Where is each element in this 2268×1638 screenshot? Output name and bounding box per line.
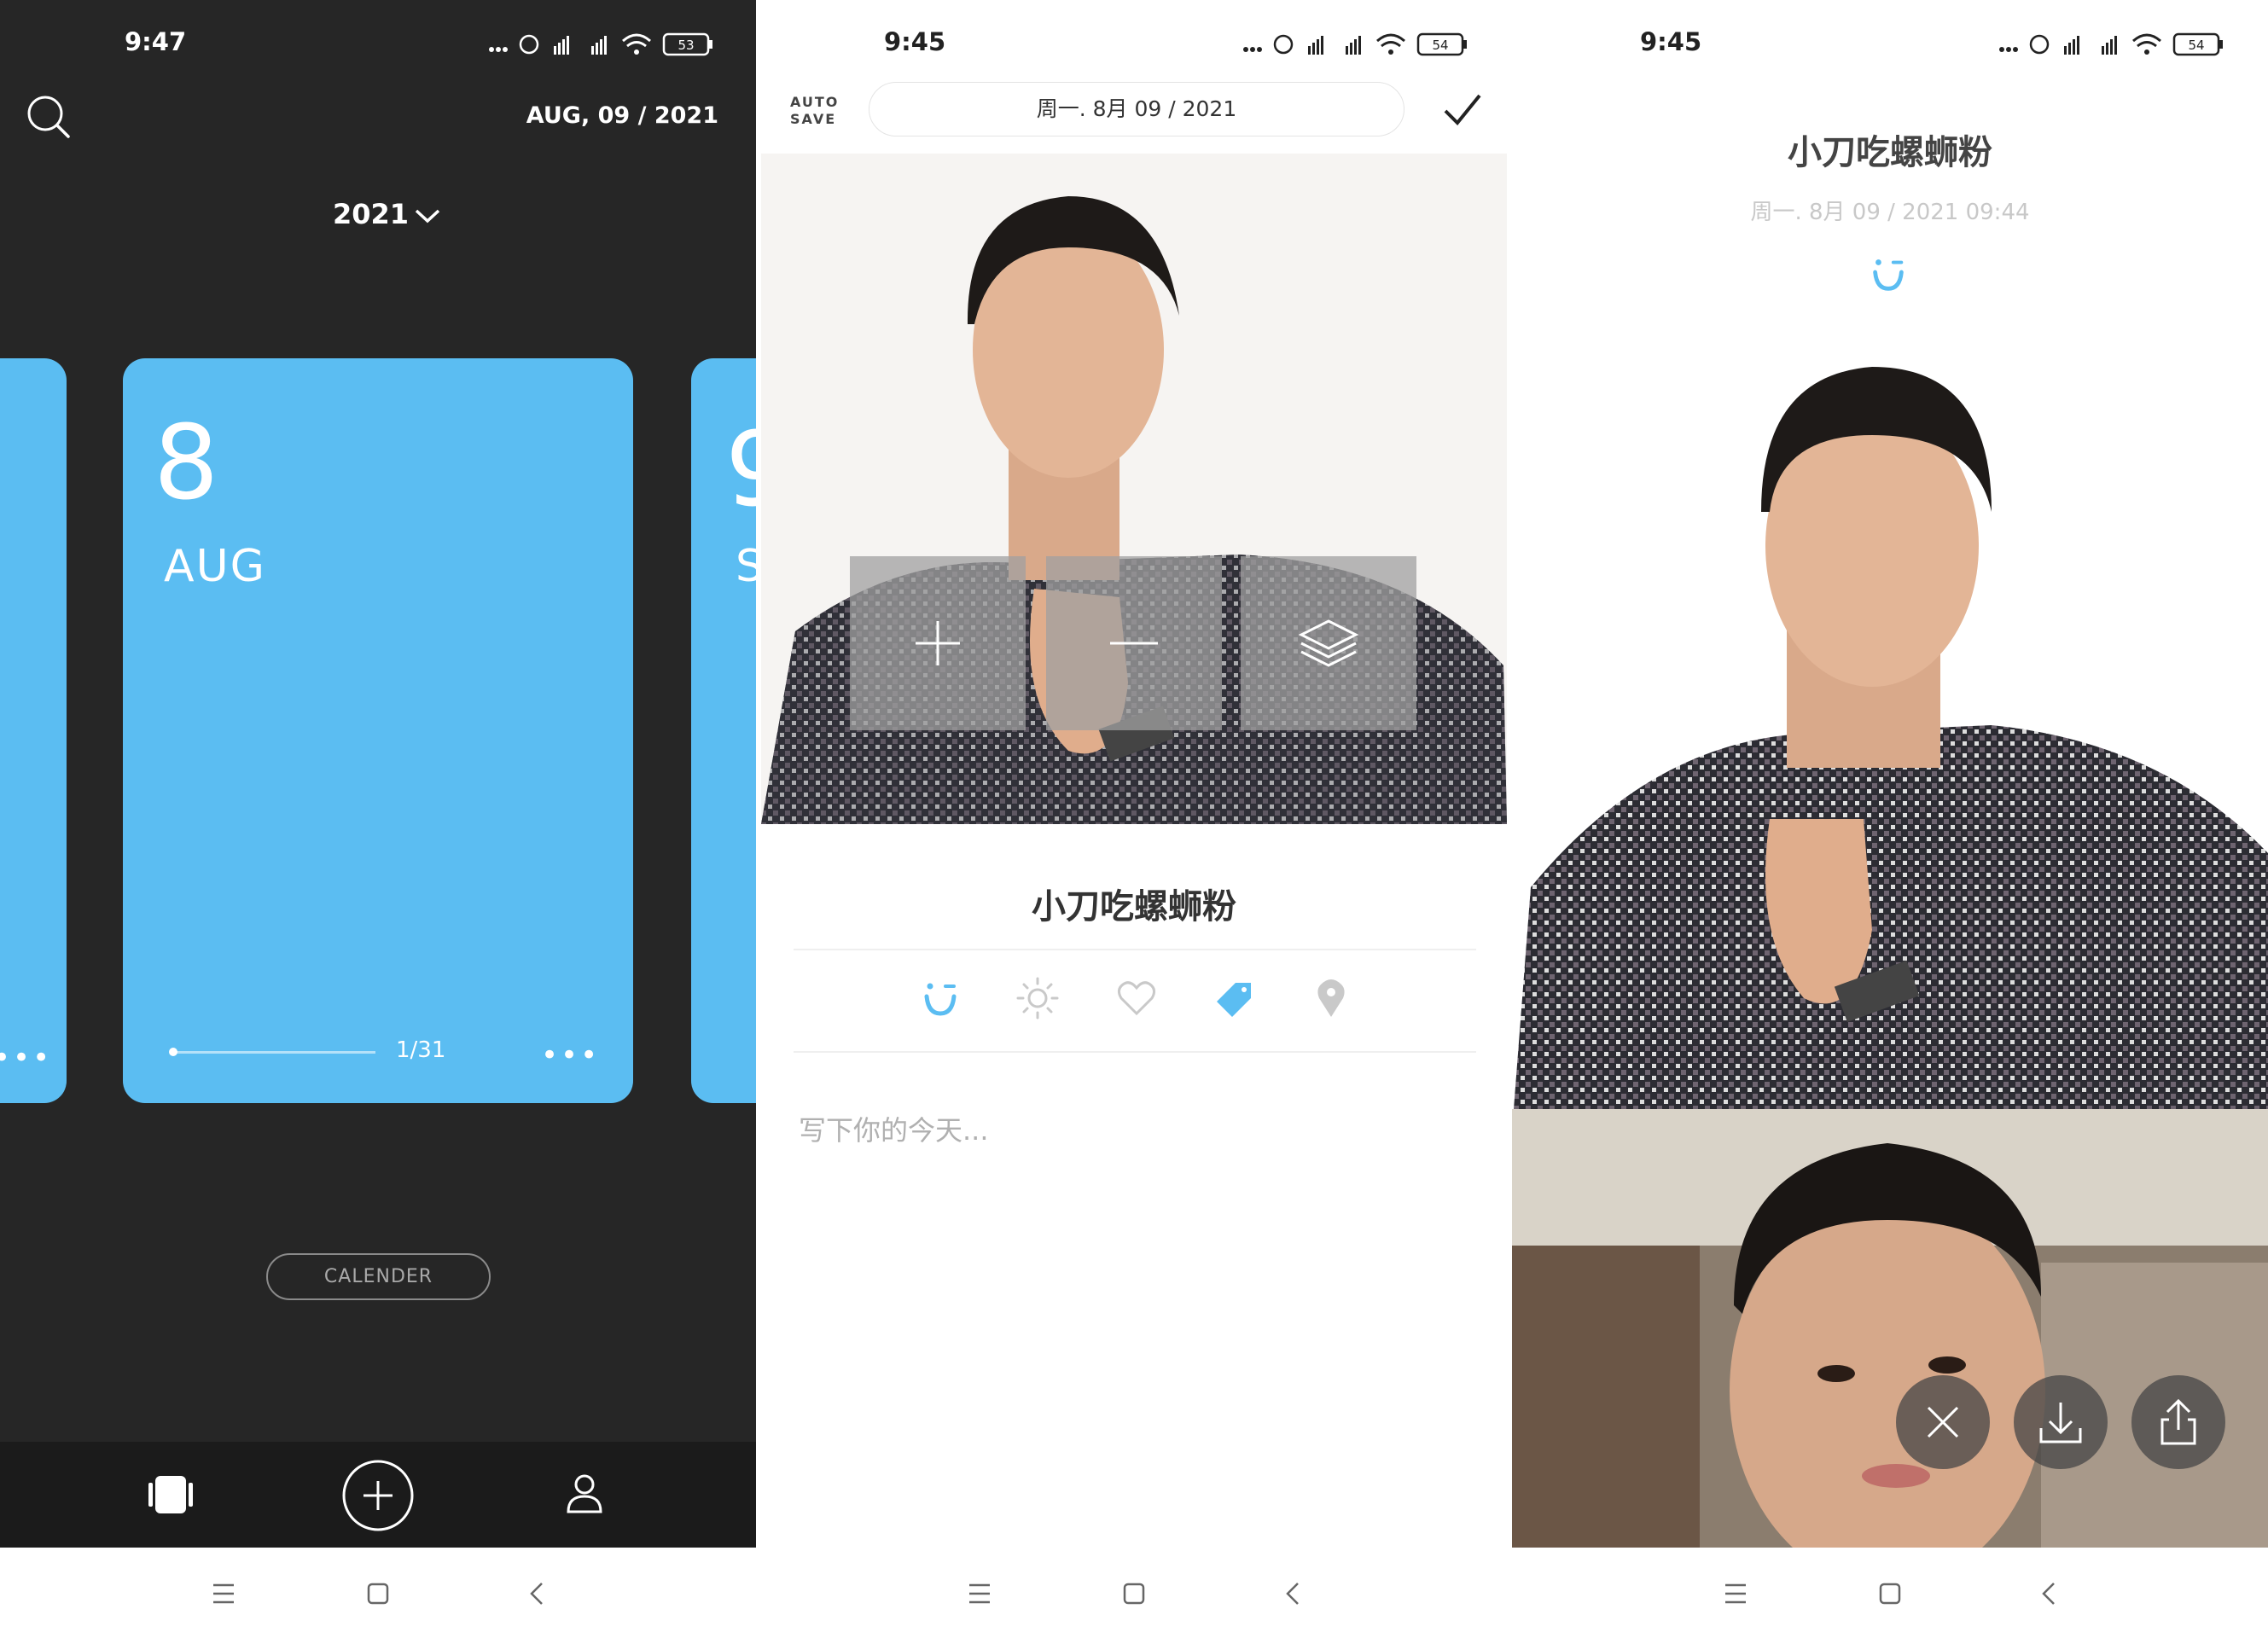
confirm-check-icon[interactable] xyxy=(1439,85,1486,133)
entry-title: 小刀吃螺蛳粉 xyxy=(1788,133,1992,172)
card-progress-track xyxy=(171,1051,375,1054)
download-button[interactable] xyxy=(2014,1375,2108,1469)
entry-datetime: 周一. 8月 09 / 2021 09:44 xyxy=(1750,200,2030,225)
battery-level: 53 xyxy=(677,38,694,53)
card-more-icon[interactable]: ••• xyxy=(541,1041,600,1070)
status-time: 9:47 xyxy=(125,27,187,56)
cards-tab-icon[interactable] xyxy=(147,1471,195,1519)
profile-icon[interactable] xyxy=(565,1472,604,1515)
status-time: 9:45 xyxy=(1640,27,1702,56)
system-nav-bar xyxy=(0,1548,756,1638)
year-selector[interactable]: 2021 xyxy=(333,198,409,230)
home-nav-icon[interactable] xyxy=(1117,1577,1151,1611)
status-icons: 53 xyxy=(489,32,712,56)
location-pin-icon[interactable] xyxy=(1309,976,1353,1020)
card-progress-indicator xyxy=(169,1048,177,1056)
add-entry-icon[interactable] xyxy=(340,1457,416,1534)
autosave-line1: AUTO xyxy=(790,94,840,110)
menu-nav-icon[interactable] xyxy=(962,1577,997,1611)
home-nav-icon[interactable] xyxy=(1873,1577,1907,1611)
close-button[interactable] xyxy=(1896,1375,1990,1469)
entry-date-selector[interactable]: 周一. 8月 09 / 2021 xyxy=(869,82,1404,136)
add-photo-button[interactable] xyxy=(850,556,1026,730)
download-icon xyxy=(2039,1403,2082,1443)
menu-nav-icon[interactable] xyxy=(1718,1577,1753,1611)
plus-icon xyxy=(916,621,960,665)
battery-level: 54 xyxy=(1432,38,1448,53)
portrait-photo xyxy=(1514,341,2268,1109)
entry-photo[interactable] xyxy=(1514,341,2268,1109)
mood-icon[interactable] xyxy=(918,976,962,1020)
selfie-photo xyxy=(1512,1109,2268,1548)
entry-body-input[interactable]: 写下你的今天... xyxy=(799,1109,989,1148)
battery-level: 54 xyxy=(2188,38,2204,53)
entry-title[interactable]: 小刀吃螺蛳粉 xyxy=(756,879,1512,928)
close-icon xyxy=(1927,1406,1959,1438)
layers-icon xyxy=(1298,619,1359,667)
home-nav-icon[interactable] xyxy=(361,1577,395,1611)
status-bar: 9:45 54 xyxy=(756,0,1512,85)
entry-photo-second[interactable] xyxy=(1512,1109,2268,1548)
back-nav-icon[interactable] xyxy=(1276,1577,1311,1611)
card-day-number: 8 xyxy=(154,404,219,523)
system-nav-bar xyxy=(1512,1548,2268,1638)
status-icons: 54 xyxy=(1999,32,2223,56)
status-bar: 9:47 53 xyxy=(0,0,756,85)
status-time: 9:45 xyxy=(884,27,946,56)
share-button[interactable] xyxy=(2131,1375,2225,1469)
photo-carousel[interactable] xyxy=(761,154,1507,824)
weather-sun-icon[interactable] xyxy=(1015,976,1060,1020)
autosave-line2: SAVE xyxy=(790,111,837,127)
heart-icon[interactable] xyxy=(1114,976,1159,1020)
diary-detail-screen: 9:45 54 小刀吃螺蛳粉 周一. 8月 09 / 2021 09:44 xyxy=(1512,0,2268,1638)
divider xyxy=(794,949,1476,950)
back-nav-icon[interactable] xyxy=(520,1577,555,1611)
next-day-card[interactable]: 9 S xyxy=(691,358,756,1103)
tag-icon[interactable] xyxy=(1212,976,1256,1020)
card-month: S xyxy=(736,541,756,592)
status-bar: 9:45 54 xyxy=(1512,0,2268,85)
previous-day-card[interactable]: ••• xyxy=(0,358,67,1103)
back-nav-icon[interactable] xyxy=(2032,1577,2067,1611)
status-icons: 54 xyxy=(1243,32,1467,56)
calendar-button[interactable]: CALENDER xyxy=(266,1253,491,1300)
divider xyxy=(794,1051,1476,1053)
menu-nav-icon[interactable] xyxy=(206,1577,241,1611)
card-entry-count: 1/31 xyxy=(396,1037,446,1063)
card-month: AUG xyxy=(164,541,266,592)
bottom-tab-bar xyxy=(0,1442,756,1548)
diary-home-screen: 9:47 53 AUG, 09 / 2021 2021 ••• 8 xyxy=(0,0,756,1638)
remove-photo-button[interactable] xyxy=(1046,556,1222,730)
day-card[interactable]: 8 AUG 1/31 ••• xyxy=(123,358,633,1103)
autosave-label: AUTO SAVE xyxy=(790,94,839,128)
share-icon xyxy=(2160,1398,2196,1445)
diary-edit-screen: 9:45 54 AUTO SAVE 周一. 8月 09 / 2021 小刀吃螺蛳… xyxy=(756,0,1512,1638)
mood-icon xyxy=(1873,259,1904,291)
card-day-number: 9 xyxy=(725,420,756,522)
minus-icon xyxy=(1110,642,1158,645)
card-more-icon[interactable]: ••• xyxy=(0,1041,52,1075)
chevron-down-icon[interactable] xyxy=(413,203,442,229)
system-nav-bar xyxy=(756,1548,1512,1638)
header-date: AUG, 09 / 2021 xyxy=(526,102,718,129)
layers-button[interactable] xyxy=(1241,556,1416,730)
search-icon[interactable] xyxy=(24,92,75,143)
